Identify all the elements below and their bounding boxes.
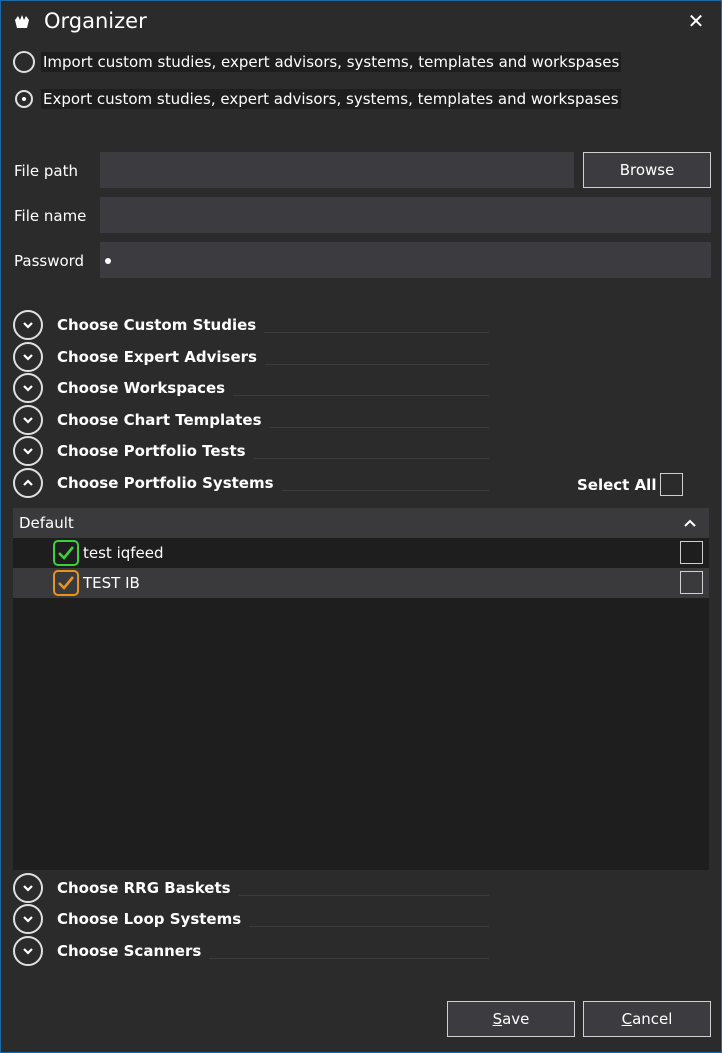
- close-icon[interactable]: ✕: [685, 10, 707, 32]
- divider: [238, 894, 489, 896]
- system-name: TEST IB: [83, 574, 140, 592]
- divider: [281, 489, 489, 491]
- chevron-down-icon[interactable]: [13, 342, 43, 372]
- window-title: Organizer: [44, 9, 147, 33]
- password-input[interactable]: [100, 242, 711, 278]
- browse-button[interactable]: Browse: [583, 152, 711, 188]
- group-label: Default: [19, 514, 74, 532]
- export-radio[interactable]: [15, 90, 33, 108]
- chevron-down-icon[interactable]: [13, 405, 43, 435]
- organizer-app-icon: [15, 15, 29, 28]
- password-mask: [105, 258, 111, 264]
- title-bar: Organizer ✕: [1, 1, 721, 45]
- file-name-input[interactable]: [100, 197, 711, 233]
- section-scanners[interactable]: Choose Scanners: [13, 936, 489, 966]
- section-label: Choose Scanners: [57, 942, 202, 960]
- chevron-down-icon[interactable]: [13, 310, 43, 340]
- section-rrg-baskets[interactable]: Choose RRG Baskets: [13, 873, 489, 903]
- chevron-down-icon[interactable]: [13, 373, 43, 403]
- status-check-icon: [53, 540, 79, 566]
- file-path-label: File path: [14, 162, 78, 180]
- status-check-icon: [53, 570, 79, 596]
- password-label: Password: [14, 252, 85, 270]
- file-name-label: File name: [14, 207, 87, 225]
- section-label: Choose Custom Studies: [57, 316, 257, 334]
- save-label: ave: [502, 1010, 530, 1028]
- section-label: Choose Portfolio Systems: [57, 474, 274, 492]
- import-label: Import custom studies, expert advisors, …: [41, 52, 622, 72]
- section-label: Choose Chart Templates: [57, 411, 262, 429]
- section-label: Choose Portfolio Tests: [57, 442, 246, 460]
- cancel-label: ancel: [632, 1010, 673, 1028]
- select-all[interactable]: Select All: [577, 473, 684, 496]
- section-custom-studies[interactable]: Choose Custom Studies: [13, 310, 489, 340]
- save-button[interactable]: Save: [447, 1001, 575, 1037]
- divider: [264, 363, 489, 365]
- chevron-down-icon[interactable]: [13, 873, 43, 903]
- save-mnemonic: S: [492, 1010, 503, 1028]
- system-name: test iqfeed: [83, 544, 164, 562]
- collapse-group-icon[interactable]: [683, 516, 697, 530]
- section-portfolio-tests[interactable]: Choose Portfolio Tests: [13, 436, 489, 466]
- list-item[interactable]: TEST IB: [13, 568, 709, 598]
- select-all-checkbox[interactable]: [660, 473, 684, 496]
- section-label: Choose Workspaces: [57, 379, 226, 397]
- section-label: Choose Loop Systems: [57, 910, 242, 928]
- divider: [249, 925, 489, 927]
- system-checkbox[interactable]: [680, 571, 703, 594]
- import-radio[interactable]: [13, 51, 35, 73]
- chevron-down-icon[interactable]: [13, 436, 43, 466]
- divider: [269, 426, 489, 428]
- section-label: Choose RRG Baskets: [57, 879, 231, 897]
- divider: [253, 457, 489, 459]
- cancel-button[interactable]: Cancel: [583, 1001, 711, 1037]
- section-label: Choose Expert Advisers: [57, 348, 257, 366]
- chevron-up-icon[interactable]: [13, 468, 43, 498]
- export-label: Export custom studies, expert advisors, …: [41, 89, 621, 109]
- divider: [264, 331, 489, 333]
- system-checkbox[interactable]: [680, 541, 703, 564]
- section-loop-systems[interactable]: Choose Loop Systems: [13, 904, 489, 934]
- chevron-down-icon[interactable]: [13, 904, 43, 934]
- divider: [209, 957, 489, 959]
- list-item[interactable]: test iqfeed: [13, 538, 709, 568]
- section-workspaces[interactable]: Choose Workspaces: [13, 373, 489, 403]
- divider: [233, 394, 489, 396]
- select-all-label: Select All: [577, 475, 657, 494]
- section-expert-advisers[interactable]: Choose Expert Advisers: [13, 342, 489, 372]
- section-portfolio-systems[interactable]: Choose Portfolio Systems: [13, 468, 489, 498]
- export-option[interactable]: Export custom studies, expert advisors, …: [13, 85, 621, 113]
- portfolio-systems-panel: Default test iqfeed TEST IB: [13, 508, 709, 870]
- chevron-down-icon[interactable]: [13, 936, 43, 966]
- section-chart-templates[interactable]: Choose Chart Templates: [13, 405, 489, 435]
- group-header[interactable]: Default: [13, 508, 709, 538]
- cancel-mnemonic: C: [621, 1010, 633, 1028]
- organizer-window: Organizer ✕ Import custom studies, exper…: [0, 0, 722, 1053]
- import-option[interactable]: Import custom studies, expert advisors, …: [13, 48, 622, 76]
- file-path-input[interactable]: [100, 152, 574, 188]
